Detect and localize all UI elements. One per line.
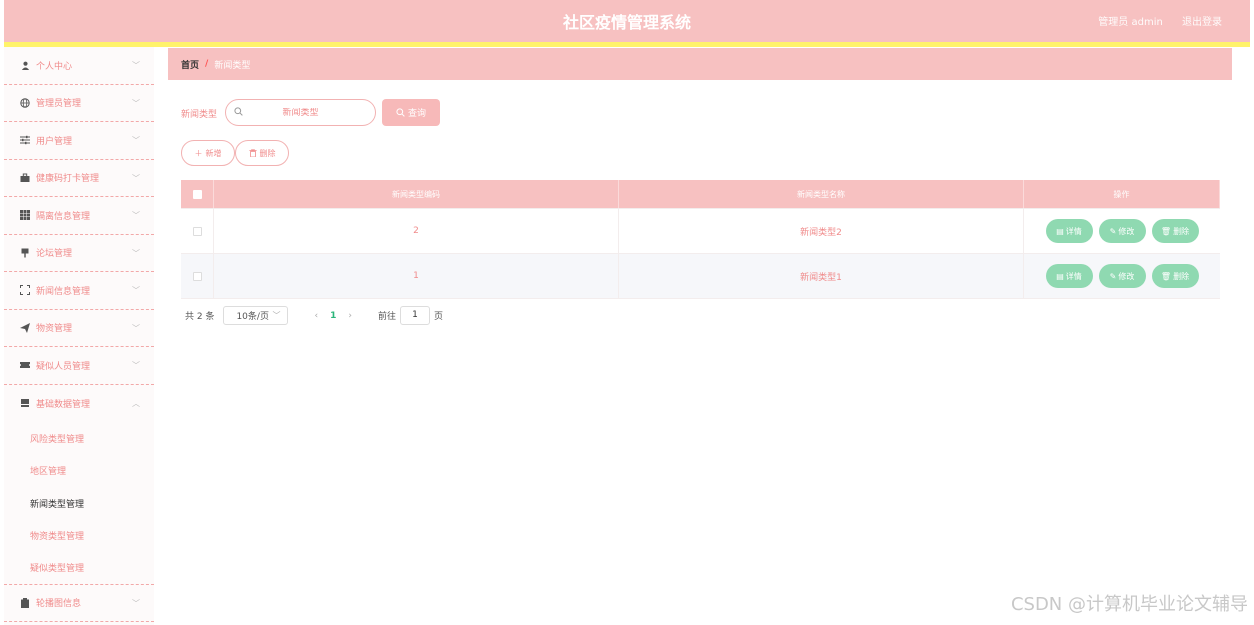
plus-icon: ＋: [194, 148, 203, 158]
ticket-icon: [20, 360, 30, 370]
globe-icon: [20, 98, 30, 108]
briefcase-icon: [20, 173, 30, 183]
header-accent-bar: [4, 42, 1250, 47]
logout-link[interactable]: 退出登录: [1182, 17, 1222, 28]
page-number[interactable]: 1: [330, 311, 336, 321]
breadcrumb-current: 新闻类型: [214, 60, 251, 71]
pencil-icon: ✎: [1109, 271, 1117, 281]
query-button[interactable]: 查询: [382, 99, 440, 126]
column-header-name[interactable]: 新闻类型名称: [619, 180, 1024, 208]
sidebar-item-base-data[interactable]: 基础数据管理 ︿: [4, 385, 154, 423]
row-checkbox[interactable]: [192, 271, 202, 281]
sidebar-subitem-region[interactable]: 地区管理: [4, 455, 154, 488]
chevron-down-icon: ﹀: [132, 248, 140, 258]
search-label: 新闻类型: [181, 110, 218, 120]
sidebar-item-health-code[interactable]: 健康码打卡管理 ﹀: [4, 160, 154, 197]
cell-name: 新闻类型1: [800, 272, 842, 283]
search-icon: [396, 108, 405, 117]
breadcrumb-separator: /: [205, 59, 209, 69]
trash-icon: 🗑: [1160, 226, 1172, 236]
search-input[interactable]: [226, 107, 375, 118]
stack-icon: [20, 398, 30, 408]
delete-button[interactable]: 删除: [235, 140, 289, 166]
sidebar-subitem-supply-type[interactable]: 物资类型管理: [4, 520, 154, 553]
document-icon: ▤: [1056, 271, 1064, 281]
sidebar-item-news-info[interactable]: 新闻信息管理 ﹀: [4, 272, 154, 310]
clipboard-icon: [20, 597, 30, 608]
sidebar-item-supplies[interactable]: 物资管理 ﹀: [4, 310, 154, 347]
edit-button[interactable]: ✎ 修改: [1098, 264, 1146, 288]
document-icon: ▤: [1056, 226, 1064, 236]
breadcrumb-home[interactable]: 首页: [181, 58, 199, 71]
expand-icon: [20, 285, 30, 296]
table-row: 1 新闻类型1 ▤ 详情 ✎ 修改 🗑 删除: [181, 254, 1220, 299]
header-user-area: 管理员 admin 退出登录: [1082, 13, 1222, 28]
data-table: 新闻类型编码 新闻类型名称 操作 2 新闻类型2 ▤ 详情 ✎ 修改 🗑 删除 1 新…: [181, 180, 1220, 299]
sidebar-item-suspected[interactable]: 疑似人员管理 ﹀: [4, 347, 154, 385]
select-all-checkbox[interactable]: [192, 189, 202, 199]
sidebar-subitem-risk-type[interactable]: 风险类型管理: [4, 422, 154, 455]
sidebar-item-forum[interactable]: 论坛管理 ﹀: [4, 235, 154, 272]
pencil-icon: ✎: [1109, 226, 1117, 236]
sidebar-item-admin-management[interactable]: 管理员管理 ﹀: [4, 85, 154, 122]
user-icon: [20, 60, 30, 70]
sidebar-subitem-news-type[interactable]: 新闻类型管理: [4, 487, 154, 520]
detail-button[interactable]: ▤ 详情: [1045, 219, 1093, 243]
watermark: CSDN @计算机毕业论文辅导: [1010, 594, 1248, 615]
search-icon: [234, 107, 243, 119]
chevron-up-icon: ︿: [132, 398, 140, 408]
detail-button[interactable]: ▤ 详情: [1045, 264, 1093, 288]
send-icon: [20, 322, 30, 333]
chevron-down-icon: ﹀: [132, 173, 140, 183]
row-delete-button[interactable]: 🗑 删除: [1151, 219, 1199, 243]
admin-label: 管理员 admin: [1098, 17, 1163, 28]
app-title: 社区疫情管理系统: [562, 13, 691, 32]
row-delete-button[interactable]: 🗑 删除: [1151, 264, 1199, 288]
cell-name: 新闻类型2: [800, 227, 842, 238]
cell-code: 2: [413, 226, 419, 236]
pagination-total: 共 2 条: [185, 312, 215, 322]
sidebar-item-personal-center[interactable]: 个人中心 ﹀: [4, 47, 154, 85]
chevron-down-icon: ﹀: [132, 323, 140, 333]
next-page-icon[interactable]: ›: [348, 311, 352, 321]
trash-icon: [248, 149, 257, 157]
sidebar-item-carousel[interactable]: 轮播图信息 ﹀: [4, 585, 154, 622]
trash-icon: 🗑: [1160, 271, 1172, 281]
table-row: 2 新闻类型2 ▤ 详情 ✎ 修改 🗑 删除: [181, 209, 1220, 254]
table-header: 新闻类型编码 新闻类型名称 操作: [181, 180, 1220, 209]
sidebar-subitem-suspect-type[interactable]: 疑似类型管理: [4, 552, 154, 585]
breadcrumb: 首页 / 新闻类型: [168, 48, 1232, 80]
chevron-down-icon: ﹀: [272, 311, 281, 320]
prev-page-icon[interactable]: ‹: [314, 311, 318, 321]
chevron-down-icon: ﹀: [132, 61, 140, 70]
grid-icon: [20, 210, 30, 221]
top-header: 社区疫情管理系统 管理员 admin 退出登录: [4, 0, 1250, 47]
page-unit-label: 页: [433, 312, 443, 322]
sidebar: 个人中心 ﹀ 管理员管理 ﹀ 用户管理 ﹀ 健康码打卡管理 ﹀ 隔离信息管理 ﹀…: [4, 47, 154, 625]
chevron-down-icon: ﹀: [132, 598, 140, 608]
row-checkbox[interactable]: [192, 226, 202, 236]
chevron-down-icon: ﹀: [132, 136, 140, 145]
pagination: 共 2 条 10条/页 ﹀ ‹ 1 › 前往 1 页: [185, 306, 443, 325]
add-button[interactable]: ＋ 新增: [181, 140, 235, 166]
sidebar-item-isolation[interactable]: 隔离信息管理 ﹀: [4, 197, 154, 235]
pin-icon: [20, 248, 30, 258]
edit-button[interactable]: ✎ 修改: [1098, 219, 1146, 243]
chevron-down-icon: ﹀: [132, 286, 140, 295]
sliders-icon: [20, 135, 30, 145]
column-header-actions: 操作: [1024, 180, 1220, 208]
column-header-code[interactable]: 新闻类型编码: [214, 180, 619, 208]
search-box: [225, 99, 376, 126]
chevron-down-icon: ﹀: [132, 361, 140, 370]
page-size-select[interactable]: 10条/页 ﹀: [223, 306, 289, 325]
goto-page-input[interactable]: 1: [399, 306, 430, 325]
sidebar-item-user-management[interactable]: 用户管理 ﹀: [4, 122, 154, 160]
chevron-down-icon: ﹀: [132, 98, 140, 108]
chevron-down-icon: ﹀: [132, 211, 140, 220]
goto-label: 前往: [377, 312, 396, 322]
cell-code: 1: [413, 271, 419, 281]
